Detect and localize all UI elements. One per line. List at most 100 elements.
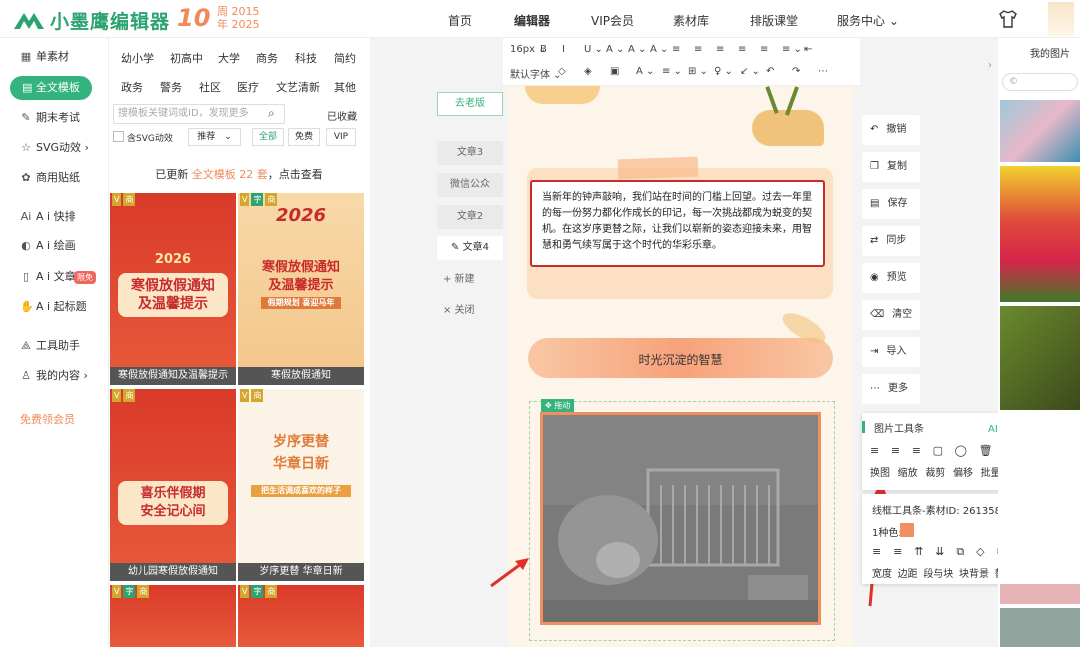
sidebar-item[interactable]: ▦ 单素材 bbox=[0, 44, 108, 70]
nursery-photo[interactable] bbox=[540, 412, 821, 625]
free-vip-link[interactable]: 免费领会员 bbox=[20, 411, 75, 427]
image-tool-icon[interactable]: ◯ bbox=[955, 444, 967, 457]
template-search-input[interactable]: 搜模板关键词或ID，发现更多 bbox=[113, 104, 285, 124]
template-card[interactable]: V字商 bbox=[110, 585, 236, 647]
close-doc-button[interactable]: × 关闭 bbox=[437, 299, 503, 323]
color-swatch[interactable] bbox=[900, 523, 914, 537]
image-thumbnail[interactable] bbox=[1000, 306, 1080, 410]
template-card[interactable]: V字商 2026 寒假放假通知 及温馨提示 假期规划 喜迎马年 寒假放假通知 bbox=[238, 193, 364, 385]
filter-free[interactable]: 免费 bbox=[288, 128, 320, 146]
image-thumbnail[interactable] bbox=[1000, 166, 1080, 302]
filter-vip[interactable]: VIP bbox=[326, 128, 356, 146]
frame-tool-label[interactable]: 段与块 bbox=[923, 565, 953, 580]
image-thumbnail[interactable] bbox=[1000, 584, 1080, 604]
poem-text[interactable]: 当新年的钟声敲响，我们站在时间的门槛上回望。过去一年里的每一份努力都化作成长的印… bbox=[530, 180, 825, 267]
image-tool-label[interactable]: 偏移 bbox=[953, 464, 973, 479]
toolbar-button[interactable]: ≡ bbox=[716, 44, 724, 55]
category-tab[interactable]: 其他 bbox=[334, 79, 356, 95]
sort-select[interactable]: 推荐 ⌄ bbox=[188, 128, 241, 146]
image-thumbnail[interactable] bbox=[1000, 100, 1080, 162]
category-tab[interactable]: 大学 bbox=[218, 50, 240, 66]
toolbar-button[interactable]: A ⌄ bbox=[650, 44, 668, 55]
frame-tool-icon[interactable]: ⇊ bbox=[935, 545, 944, 559]
frame-tool-icon[interactable]: ≡ bbox=[893, 545, 902, 559]
frame-tool-icon[interactable]: ≡ bbox=[872, 545, 881, 559]
toolbar-button[interactable]: ≡ bbox=[694, 44, 702, 55]
section-title[interactable]: 时光沉淀的智慧 bbox=[528, 351, 833, 368]
image-tool-icon[interactable]: ≡ bbox=[891, 444, 900, 457]
filter-all[interactable]: 全部 bbox=[252, 128, 284, 146]
template-card[interactable]: V商 喜乐伴假期 安全记心间 幼儿园寒假放假通知 bbox=[110, 389, 236, 581]
category-tab[interactable]: 政务 bbox=[121, 79, 143, 95]
action-button[interactable]: ❐ 复制 bbox=[862, 152, 920, 182]
action-button[interactable]: ⇥ 导入 bbox=[862, 337, 920, 367]
toolbar-button[interactable]: ≡ bbox=[672, 44, 680, 55]
toolbar-button[interactable]: A ⌄ bbox=[636, 66, 654, 77]
doc-tab[interactable]: 微信公众 bbox=[437, 173, 503, 197]
favorites-link[interactable]: 已收藏 bbox=[327, 108, 357, 123]
category-tab[interactable]: 简约 bbox=[334, 50, 356, 66]
toolbar-button[interactable]: ▣ bbox=[610, 66, 619, 77]
category-tab[interactable]: 科技 bbox=[295, 50, 317, 66]
doc-tab[interactable]: 文章2 bbox=[437, 205, 503, 229]
shirt-icon[interactable] bbox=[998, 10, 1018, 28]
sidebar-item[interactable]: ⟁ 工具助手 bbox=[0, 333, 108, 359]
search-icon[interactable]: ⌕ bbox=[268, 106, 275, 121]
frame-tool-label[interactable]: 宽度 bbox=[872, 565, 892, 580]
sidebar-item[interactable]: Ai A i 快排 bbox=[0, 204, 108, 230]
toolbar-button[interactable]: A ⌄ bbox=[628, 44, 646, 55]
doc-tab[interactable]: 文章3 bbox=[437, 141, 503, 165]
doc-tab-active[interactable]: ✎ 文章4 bbox=[437, 236, 503, 260]
toolbar-button[interactable]: ≡ ⌄ bbox=[662, 66, 682, 77]
toolbar-button[interactable]: B bbox=[540, 44, 547, 55]
frame-tool-icon[interactable]: ⇈ bbox=[914, 545, 923, 559]
my-images-search-input[interactable]: © bbox=[1002, 73, 1078, 91]
frame-tool-label[interactable]: 边距 bbox=[898, 565, 918, 580]
collapse-arrow-icon[interactable]: › bbox=[988, 60, 992, 71]
update-notice[interactable]: 已更新 全文模板 22 套，点击查看 bbox=[108, 166, 370, 182]
frame-tool-label[interactable]: 块背景 bbox=[959, 565, 989, 580]
toolbar-button[interactable]: ↷ bbox=[792, 66, 800, 77]
old-version-button[interactable]: 去老版 bbox=[437, 92, 503, 116]
logo-text[interactable]: 小墨鹰编辑器 bbox=[50, 7, 170, 34]
template-card[interactable]: V商 岁序更替 华章日新 把生活调成喜欢的样子 岁序更替 华章日新 bbox=[238, 389, 364, 581]
nav-course[interactable]: 排版课堂 bbox=[750, 12, 798, 29]
nav-home[interactable]: 首页 bbox=[448, 12, 472, 29]
toolbar-button[interactable]: ≡ bbox=[738, 44, 746, 55]
image-tool-icon[interactable]: ▢ bbox=[933, 444, 943, 457]
sidebar-item[interactable]: ♙ 我的内容 › bbox=[0, 363, 108, 389]
category-tab[interactable]: 警务 bbox=[160, 79, 182, 95]
sidebar-item[interactable]: ☆ SVG动效 › bbox=[0, 135, 108, 161]
toolbar-button[interactable]: ⇤ bbox=[804, 44, 812, 55]
image-tool-label[interactable]: 缩放 bbox=[898, 464, 918, 479]
template-card[interactable]: V字商 bbox=[238, 585, 364, 647]
category-tab[interactable]: 文艺清新 bbox=[276, 79, 320, 95]
toolbar-button[interactable]: U ⌄ bbox=[584, 44, 603, 55]
image-tool-label[interactable]: 换图 bbox=[870, 464, 890, 479]
toolbar-button[interactable]: ≡ bbox=[760, 44, 768, 55]
image-tool-icon[interactable]: ≡ bbox=[870, 444, 879, 457]
toolbar-button[interactable]: ⊞ ⌄ bbox=[688, 66, 708, 77]
frame-tool-icon[interactable]: ◇ bbox=[976, 545, 984, 559]
action-button[interactable]: ↶ 撤销 bbox=[862, 115, 920, 145]
new-doc-button[interactable]: + 新建 bbox=[437, 268, 503, 292]
category-tab[interactable]: 商务 bbox=[256, 50, 278, 66]
image-tool-icon[interactable]: 🗑 bbox=[979, 444, 993, 457]
toolbar-button[interactable]: ◇ bbox=[558, 66, 566, 77]
category-tab[interactable]: 初高中 bbox=[170, 50, 203, 66]
sidebar-item[interactable]: ◐ A i 绘画 bbox=[0, 233, 108, 259]
action-button[interactable]: ◉ 预览 bbox=[862, 263, 920, 293]
frame-tool-icon[interactable]: ⧉ bbox=[956, 545, 964, 559]
nav-editor[interactable]: 编辑器 bbox=[514, 12, 550, 29]
sidebar-item[interactable]: ✋ A i 起标题 bbox=[0, 294, 108, 320]
nav-materials[interactable]: 素材库 bbox=[673, 12, 709, 29]
toolbar-button[interactable]: ↶ bbox=[766, 66, 774, 77]
template-card[interactable]: V商 2026 寒假放假通知 及温馨提示 寒假放假通知及温馨提示 bbox=[110, 193, 236, 385]
category-tab[interactable]: 医疗 bbox=[237, 79, 259, 95]
drag-handle[interactable]: ✥ 拖动 bbox=[541, 399, 575, 413]
nav-vip[interactable]: VIP会员 bbox=[591, 12, 634, 29]
sidebar-item-active-full-template[interactable]: ▤ 全文模板 bbox=[10, 76, 92, 100]
toolbar-button[interactable]: A ⌄ bbox=[606, 44, 624, 55]
toolbar-button[interactable]: ⋯ bbox=[818, 66, 828, 77]
action-button[interactable]: ▤ 保存 bbox=[862, 189, 920, 219]
